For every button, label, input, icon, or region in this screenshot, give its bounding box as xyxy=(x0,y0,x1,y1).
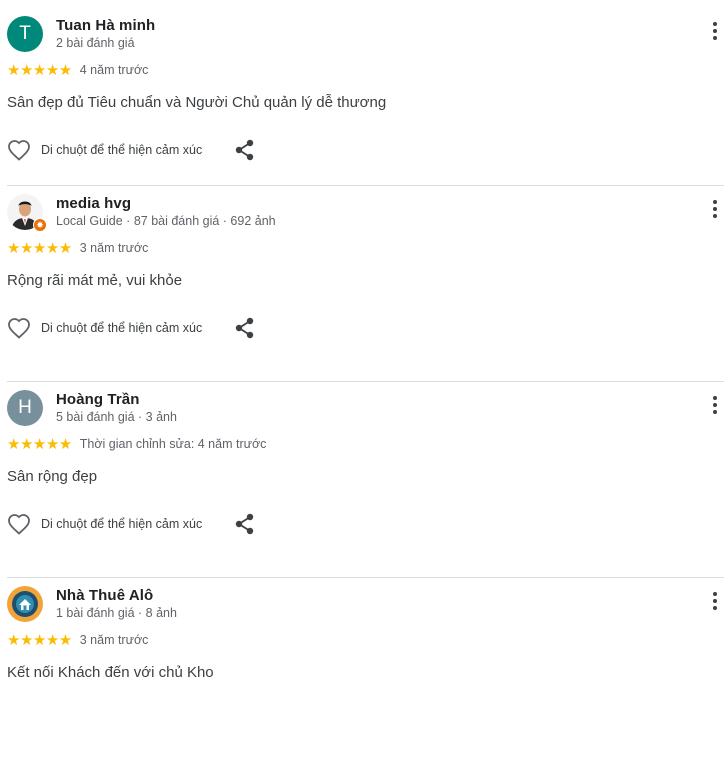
like-label: Di chuột để thể hiện cảm xúc xyxy=(41,143,203,157)
local-guide-badge: ✸ xyxy=(33,218,47,232)
like-button[interactable]: Di chuột để thể hiện cảm xúc xyxy=(7,317,202,339)
more-vert-icon xyxy=(713,592,717,596)
reviewer-name[interactable]: Nhà Thuê Alô xyxy=(56,587,177,605)
review-actions: Di chuột để thể hiện cảm xúc xyxy=(7,138,255,162)
review-text: Rộng rãi mát mẻ, vui khỏe xyxy=(7,272,183,289)
avatar[interactable]: H xyxy=(7,390,43,426)
rating-row: ★★★★★ 4 năm trước xyxy=(7,61,148,79)
avatar-initial: T xyxy=(19,23,31,44)
reviewer-meta: 5 bài đánh giá · 3 ảnh xyxy=(56,410,177,424)
review-card: T Tuan Hà minh 2 bài đánh giá ★★★★★ 4 nă… xyxy=(7,8,724,186)
share-button[interactable] xyxy=(235,317,255,339)
share-button[interactable] xyxy=(235,139,255,161)
review-time: 3 năm trước xyxy=(79,241,149,255)
star-rating: ★★★★★ xyxy=(7,632,72,649)
reviewer-header: ✸ media hvg Local Guide · 87 bài đánh gi… xyxy=(7,194,276,232)
review-time: 3 năm trước xyxy=(79,633,149,647)
rating-row: ★★★★★ Thời gian chỉnh sửa: 4 năm trước xyxy=(7,435,266,453)
more-options-button[interactable] xyxy=(712,396,718,416)
review-time: 4 năm trước xyxy=(79,63,149,77)
like-button[interactable]: Di chuột để thể hiện cảm xúc xyxy=(7,139,202,161)
share-icon xyxy=(236,139,254,161)
like-label: Di chuột để thể hiện cảm xúc xyxy=(41,321,203,335)
reviewer-meta: 1 bài đánh giá · 8 ảnh xyxy=(56,606,177,620)
review-text: Sân đẹp đủ Tiêu chuẩn và Người Chủ quản … xyxy=(7,94,387,111)
rating-row: ★★★★★ 3 năm trước xyxy=(7,631,148,649)
review-card: ✸ media hvg Local Guide · 87 bài đánh gi… xyxy=(7,186,724,382)
heart-outline-icon xyxy=(8,140,30,161)
review-time: Thời gian chỉnh sửa: 4 năm trước xyxy=(79,437,267,451)
avatar[interactable]: T xyxy=(7,16,43,52)
avatar[interactable]: ✸ xyxy=(7,194,47,232)
local-guide-star-icon: ✸ xyxy=(36,219,44,230)
more-options-button[interactable] xyxy=(712,592,718,612)
review-card: H Hoàng Trần 5 bài đánh giá · 3 ảnh ★★★★… xyxy=(7,382,724,578)
share-icon xyxy=(236,513,254,535)
more-options-button[interactable] xyxy=(712,200,718,220)
reviewer-name[interactable]: Tuan Hà minh xyxy=(56,17,155,35)
more-vert-icon xyxy=(713,396,717,400)
reviewer-header: T Tuan Hà minh 2 bài đánh giá xyxy=(7,16,155,52)
more-vert-icon xyxy=(713,22,717,26)
reviewer-meta: Local Guide · 87 bài đánh giá · 692 ảnh xyxy=(56,214,276,228)
like-label: Di chuột để thể hiện cảm xúc xyxy=(41,517,203,531)
reviewer-header: H Hoàng Trần 5 bài đánh giá · 3 ảnh xyxy=(7,390,177,426)
review-actions: Di chuột để thể hiện cảm xúc xyxy=(7,512,255,536)
share-button[interactable] xyxy=(235,513,255,535)
review-actions: Di chuột để thể hiện cảm xúc xyxy=(7,316,255,340)
like-button[interactable]: Di chuột để thể hiện cảm xúc xyxy=(7,513,202,535)
star-rating: ★★★★★ xyxy=(7,436,72,453)
more-options-button[interactable] xyxy=(712,22,718,42)
star-rating: ★★★★★ xyxy=(7,240,72,257)
review-text: Kết nối Khách đến với chủ Kho xyxy=(7,664,214,681)
review-card: Nhà Thuê Alô 1 bài đánh giá · 8 ảnh ★★★★… xyxy=(7,578,724,774)
share-icon xyxy=(236,317,254,339)
reviewer-header: Nhà Thuê Alô 1 bài đánh giá · 8 ảnh xyxy=(7,586,177,622)
reviewer-meta: 2 bài đánh giá xyxy=(56,36,135,50)
more-vert-icon xyxy=(713,200,717,204)
star-rating: ★★★★★ xyxy=(7,62,72,79)
review-text: Sân rộng đẹp xyxy=(7,468,98,485)
avatar[interactable] xyxy=(7,586,43,622)
heart-outline-icon xyxy=(8,318,30,339)
reviewer-name[interactable]: media hvg xyxy=(56,195,276,213)
house-logo-icon xyxy=(7,586,43,622)
heart-outline-icon xyxy=(8,514,30,535)
avatar-initial: H xyxy=(18,397,32,418)
reviewer-name[interactable]: Hoàng Trần xyxy=(56,391,177,409)
rating-row: ★★★★★ 3 năm trước xyxy=(7,239,148,257)
